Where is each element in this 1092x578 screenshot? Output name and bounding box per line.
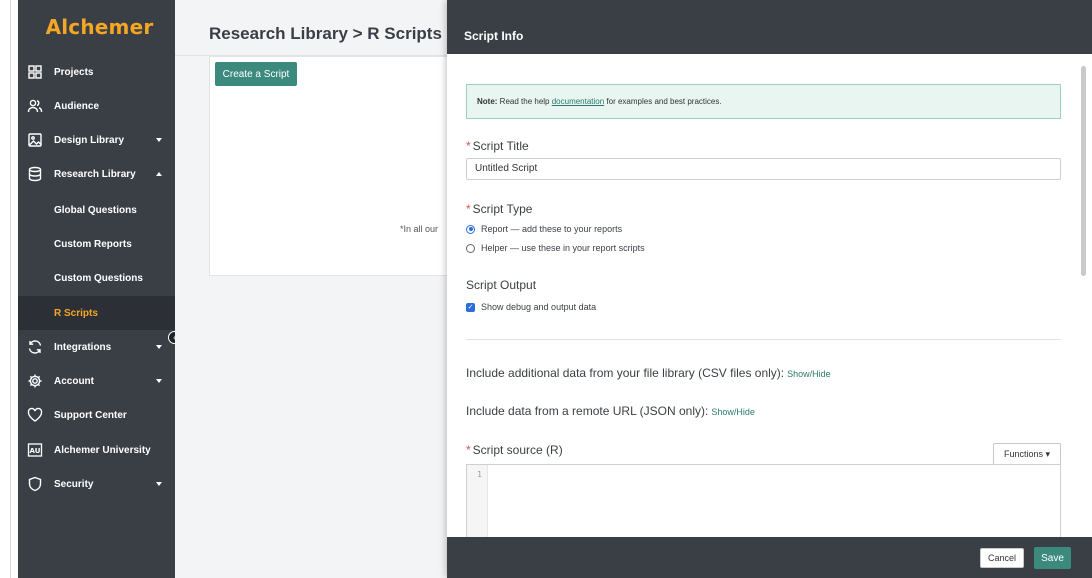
cancel-button[interactable]: Cancel xyxy=(980,548,1024,568)
panel-footer: Cancel Save xyxy=(447,537,1092,578)
sidebar-item-projects[interactable]: Projects xyxy=(18,55,175,89)
script-source-editor[interactable]: 1 xyxy=(466,464,1061,537)
sidebar-item-global-questions[interactable]: Global Questions xyxy=(18,193,175,227)
sidebar-item-label: Design Library xyxy=(54,134,125,146)
sidebar-item-label: Alchemer University xyxy=(54,444,151,456)
sidebar-item-support-center[interactable]: Support Center xyxy=(18,398,175,432)
radio-unselected-icon[interactable] xyxy=(466,243,475,253)
script-output-label: Script Output xyxy=(466,278,537,292)
script-title-label: * Script Title xyxy=(466,139,529,153)
sidebar-item-label: Integrations xyxy=(54,341,112,353)
checkbox-checked-icon[interactable]: ✓ xyxy=(466,302,475,312)
sidebar-item-integrations[interactable]: Integrations xyxy=(18,330,175,364)
required-marker: * xyxy=(466,139,471,153)
sidebar-item-label: Security xyxy=(54,478,94,490)
script-info-panel: Script Info Note: Read the help document… xyxy=(447,0,1092,578)
sidebar-item-design-library[interactable]: Design Library xyxy=(18,123,175,157)
sync-icon xyxy=(28,340,42,354)
sidebar-item-label: Custom Questions xyxy=(54,272,143,284)
documentation-link[interactable]: documentation xyxy=(552,97,604,106)
card-note-text: *In all our xyxy=(400,224,439,234)
svg-text:AU: AU xyxy=(30,447,41,455)
note-text-end: for examples and best practices. xyxy=(604,97,722,106)
save-button[interactable]: Save xyxy=(1034,547,1071,569)
chevron-down-icon xyxy=(156,482,162,486)
help-note: Note: Read the help documentation for ex… xyxy=(466,84,1061,119)
users-icon xyxy=(27,99,43,113)
sidebar-item-alchemer-university[interactable]: AU Alchemer University xyxy=(18,433,175,467)
functions-dropdown-button[interactable]: Functions ▾ xyxy=(993,443,1061,465)
sidebar-item-label: Account xyxy=(54,375,94,387)
sidebar-item-label: Research Library xyxy=(54,168,136,180)
sidebar-item-custom-reports[interactable]: Custom Reports xyxy=(18,227,175,261)
shield-icon xyxy=(28,476,42,492)
page-margin xyxy=(0,0,18,578)
panel-header: Script Info xyxy=(447,0,1092,54)
heart-icon xyxy=(27,407,43,422)
remote-url-show-hide-link[interactable]: Show/Hide xyxy=(711,407,755,417)
margin-divider xyxy=(10,0,11,578)
chevron-down-icon xyxy=(156,138,162,142)
chevron-up-icon xyxy=(156,172,162,176)
note-label: Note: xyxy=(477,97,498,106)
script-type-helper-radio[interactable]: Helper — use these in your report script… xyxy=(466,243,645,253)
line-number-gutter: 1 xyxy=(467,465,488,537)
sidebar-item-label: Custom Reports xyxy=(54,238,132,250)
panel-body: Note: Read the help documentation for ex… xyxy=(447,54,1092,537)
scrollbar[interactable] xyxy=(1081,66,1086,276)
image-icon xyxy=(28,133,42,147)
panel-title: Script Info xyxy=(464,29,524,43)
script-type-report-radio[interactable]: Report — add these to your reports xyxy=(466,224,622,234)
note-text: Read the help xyxy=(497,97,552,106)
sidebar-item-security[interactable]: Security xyxy=(18,467,175,501)
chevron-down-icon xyxy=(156,345,162,349)
sidebar-item-label: Support Center xyxy=(54,409,127,421)
radio-selected-icon[interactable] xyxy=(466,224,475,234)
sidebar-item-label: Projects xyxy=(54,66,94,78)
sidebar: Alchemer Projects Audience Design Librar… xyxy=(18,0,175,578)
radio-label: Helper — use these in your report script… xyxy=(481,243,645,253)
sidebar-item-r-scripts[interactable]: R Scripts xyxy=(18,296,175,330)
grid-icon xyxy=(28,65,42,79)
script-source-label: * Script source (R) xyxy=(466,443,563,457)
sidebar-item-label: R Scripts xyxy=(54,307,98,319)
gear-icon xyxy=(28,374,42,388)
sidebar-item-custom-questions[interactable]: Custom Questions xyxy=(18,261,175,295)
required-marker: * xyxy=(466,443,471,457)
show-debug-checkbox[interactable]: ✓ Show debug and output data xyxy=(466,302,596,312)
remote-url-label: Include data from a remote URL (JSON onl… xyxy=(466,404,755,418)
file-library-label: Include additional data from your file l… xyxy=(466,366,831,380)
breadcrumb: Research Library > R Scripts xyxy=(209,24,442,43)
alchemer-logo[interactable]: Alchemer xyxy=(18,0,175,54)
sidebar-item-research-library[interactable]: Research Library xyxy=(18,157,175,191)
sidebar-item-label: Global Questions xyxy=(54,204,137,216)
sidebar-item-audience[interactable]: Audience xyxy=(18,89,175,123)
script-type-label: * Script Type xyxy=(466,202,533,216)
script-title-input[interactable]: Untitled Script xyxy=(466,158,1061,180)
database-icon xyxy=(28,166,42,182)
section-divider xyxy=(466,339,1061,340)
chevron-down-icon xyxy=(156,379,162,383)
radio-label: Report — add these to your reports xyxy=(481,224,623,234)
sidebar-item-label: Audience xyxy=(54,100,100,112)
sidebar-item-account[interactable]: Account xyxy=(18,364,175,398)
required-marker: * xyxy=(466,202,471,216)
file-library-show-hide-link[interactable]: Show/Hide xyxy=(787,369,831,379)
university-icon: AU xyxy=(27,443,43,457)
checkbox-label: Show debug and output data xyxy=(481,302,597,312)
create-script-button[interactable]: Create a Script xyxy=(215,62,297,86)
